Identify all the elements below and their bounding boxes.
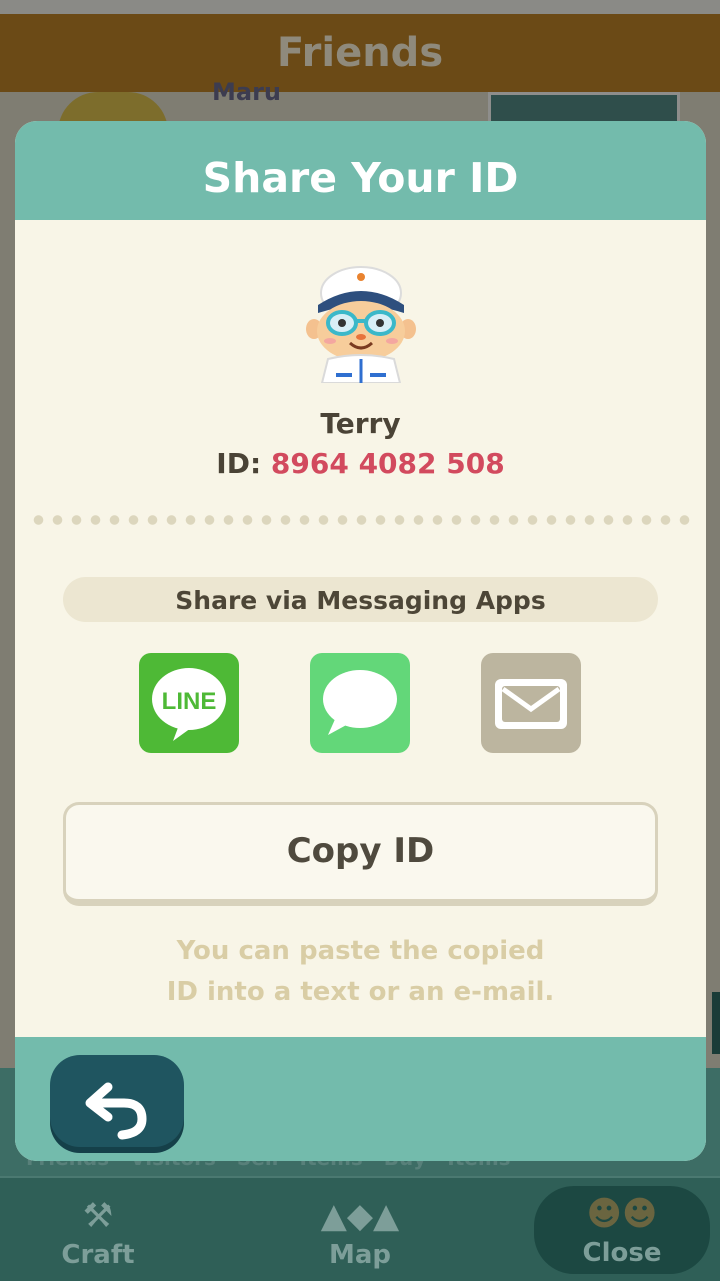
user-id-label: ID: [216,447,262,480]
back-arrow-icon [85,1082,147,1140]
mail-share-button[interactable] [481,653,581,753]
user-id-value: 8964 4082 508 [270,447,505,480]
dialog-header: Share Your ID [15,121,706,220]
side-tab [712,992,720,1054]
friend-name: Maru [212,78,281,106]
user-id-line: ID: 8964 4082 508 [15,447,706,480]
copy-id-button[interactable]: Copy ID [63,802,658,906]
nav-map-label: Map [328,1240,392,1270]
line-icon: LINE [152,668,226,741]
back-button[interactable] [50,1055,184,1147]
user-name: Terry [320,407,401,440]
friends-header: Friends [0,14,720,92]
nav-close[interactable]: ☻☻ Close [534,1186,710,1274]
share-via-label: Share via Messaging Apps [63,577,658,622]
line-share-button[interactable]: LINE [139,653,239,753]
copy-hint: You can paste the copied ID into a text … [15,931,706,1013]
bottom-nav: ⚒ Craft ▲◆▲ Map ☻☻ Close [0,1176,720,1281]
svg-text:LINE: LINE [162,688,217,715]
message-bubble-icon [323,670,397,735]
copy-hint-line-2: ID into a text or an e-mail. [166,977,555,1007]
villagers-icon: ☻☻ [586,1194,658,1234]
envelope-icon [495,679,567,729]
messages-share-button[interactable] [310,653,410,753]
share-id-dialog: Share Your ID Terry ID: 8964 4082 508 Sh… [15,121,706,1161]
dialog-title: Share Your ID [202,154,519,202]
map-icon: ▲◆▲ [320,1196,400,1236]
nav-craft[interactable]: ⚒ Craft [18,1196,178,1270]
player-avatar [306,266,416,383]
nav-craft-label: Craft [61,1240,135,1270]
dialog-footer [15,1037,706,1161]
nav-close-label: Close [582,1238,662,1268]
dotted-divider [29,514,692,526]
nav-map[interactable]: ▲◆▲ Map [280,1196,440,1270]
copy-hint-line-1: You can paste the copied [176,936,545,966]
hammer-icon: ⚒ [82,1196,114,1236]
